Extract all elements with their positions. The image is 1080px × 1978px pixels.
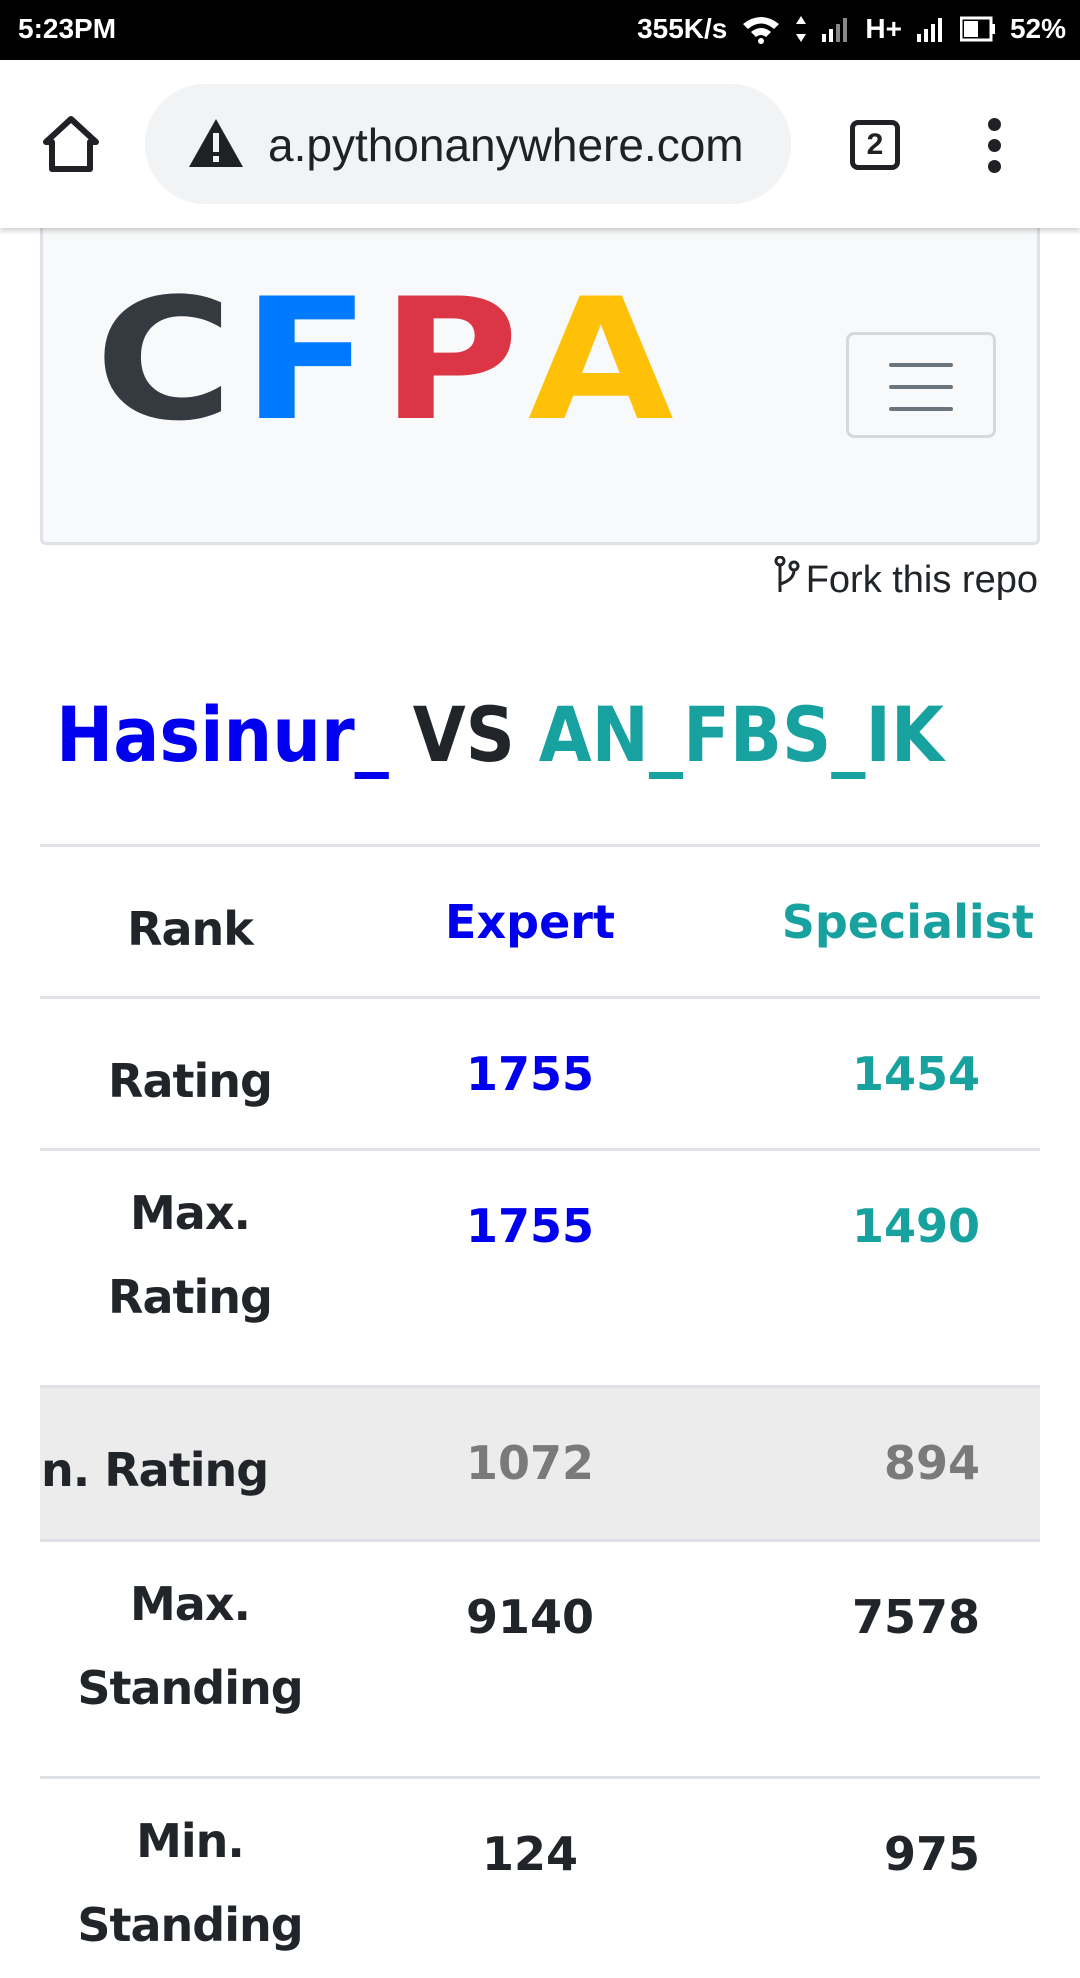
signal-icon <box>916 16 946 42</box>
wifi-icon <box>741 14 781 44</box>
status-time: 5:23PM <box>18 13 117 44</box>
user1-max-standing: 9140 <box>340 1539 720 1778</box>
user1-handle[interactable]: Hasinur_ <box>56 690 389 779</box>
git-branch-icon <box>774 555 800 604</box>
site-navbar: C F P A <box>40 200 1040 545</box>
row-label-line: n. Rating <box>41 1443 269 1497</box>
row-label-line: Rank <box>127 902 254 956</box>
home-icon[interactable] <box>40 114 102 174</box>
data-arrows-icon <box>795 14 807 44</box>
comparison-table: Rank Expert Specialist Rating 1755 1454 … <box>40 844 1040 1978</box>
comparison-title: Hasinur_ VS AN_FBS_IK <box>56 690 944 779</box>
user1-min-standing: 124 <box>340 1776 720 1978</box>
row-label-min-rating: n. Rating <box>40 1385 340 1541</box>
table-row: Rating 1755 1454 <box>40 996 1040 1150</box>
hamburger-icon[interactable] <box>846 332 996 438</box>
logo-letter-c: C <box>95 262 236 458</box>
row-label-line: Rating <box>108 1270 273 1324</box>
fork-repo-link[interactable]: Fork this repo <box>774 555 1038 604</box>
user2-rating: 1454 <box>720 996 1040 1150</box>
row-label-max-standing: Max. Standing <box>40 1539 340 1778</box>
row-label-max-rating: Max. Rating <box>40 1148 340 1387</box>
row-label-line: Standing <box>77 1898 303 1952</box>
user1-rating: 1755 <box>340 996 720 1150</box>
table-row: Min. Standing 124 975 <box>40 1776 1040 1978</box>
logo-letter-p: P <box>381 262 522 458</box>
browser-toolbar: a.pythonanywhere.com 2 <box>0 60 1080 228</box>
signal-icon <box>821 16 851 42</box>
table-row: Max. Rating 1755 1490 <box>40 1148 1040 1387</box>
battery-percent: 52% <box>1009 13 1066 44</box>
vs-label: VS <box>412 690 515 779</box>
battery-icon <box>959 16 996 42</box>
net-speed: 355K/s <box>637 13 728 44</box>
user2-rank: Specialist <box>720 844 1040 998</box>
url-text[interactable]: a.pythonanywhere.com <box>268 118 744 172</box>
user1-max-rating: 1755 <box>340 1148 720 1387</box>
table-row: n. Rating 1072 894 <box>40 1385 1040 1541</box>
logo-letter-f: F <box>242 262 374 458</box>
row-label-rank: Rank <box>40 844 340 998</box>
user2-handle[interactable]: AN_FBS_IK <box>539 690 944 779</box>
fork-repo-label: Fork this repo <box>805 558 1038 601</box>
status-bar: 5:23PM 355K/s H+ 52% <box>0 0 1080 60</box>
network-type: H+ <box>865 13 902 44</box>
table-row: Rank Expert Specialist <box>40 844 1040 998</box>
warning-triangle-icon[interactable] <box>187 117 245 169</box>
user2-max-standing: 7578 <box>720 1539 1040 1778</box>
user1-min-rating: 1072 <box>340 1385 720 1541</box>
user2-min-standing: 975 <box>720 1776 1040 1978</box>
user1-rank: Expert <box>340 844 720 998</box>
user2-max-rating: 1490 <box>720 1148 1040 1387</box>
logo-letter-a: A <box>528 262 677 458</box>
row-label-line: Max. <box>130 1577 251 1631</box>
row-label-rating: Rating <box>40 996 340 1150</box>
cfpa-logo[interactable]: C F P A <box>95 262 674 458</box>
status-icons: 355K/s H+ 52% <box>637 13 1066 45</box>
row-label-line: Max. <box>130 1186 251 1240</box>
kebab-menu-icon[interactable] <box>985 118 1005 174</box>
row-label-min-standing: Min. Standing <box>40 1776 340 1978</box>
tab-switcher-button[interactable]: 2 <box>850 120 900 170</box>
address-bar[interactable]: a.pythonanywhere.com <box>145 84 791 204</box>
row-label-line: Rating <box>108 1054 273 1108</box>
row-label-line: Min. <box>136 1814 245 1868</box>
table-row: Max. Standing 9140 7578 <box>40 1539 1040 1778</box>
user2-min-rating: 894 <box>720 1385 1040 1541</box>
row-label-line: Standing <box>77 1661 303 1715</box>
